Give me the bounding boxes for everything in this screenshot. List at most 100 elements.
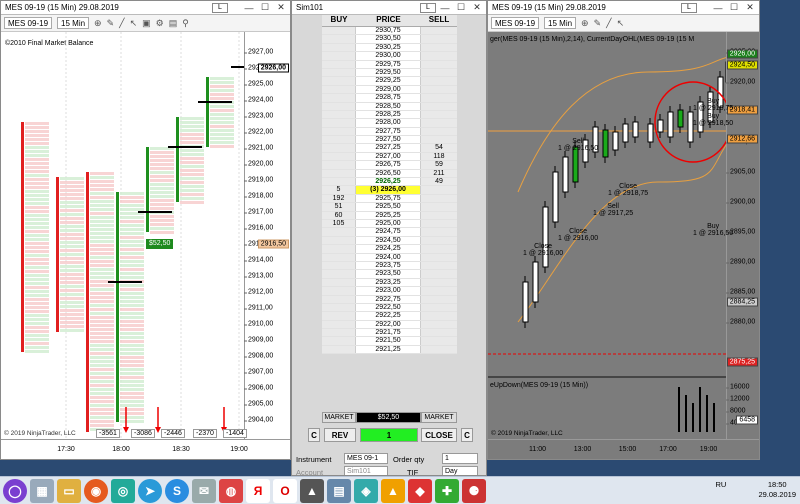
buy-cell[interactable] bbox=[322, 153, 356, 160]
skype-icon[interactable]: S bbox=[165, 479, 189, 503]
ladder-row[interactable]: 2927,50 bbox=[322, 136, 457, 144]
ladder-row[interactable]: 51 2925,50 bbox=[322, 203, 457, 211]
search-icon[interactable]: ◯ bbox=[3, 479, 27, 503]
maximize-icon[interactable]: ☐ bbox=[454, 2, 468, 13]
ladder-row[interactable]: 2929,25 bbox=[322, 77, 457, 85]
sell-cell[interactable] bbox=[421, 69, 457, 76]
ladder-row[interactable]: 2922,00 bbox=[322, 321, 457, 329]
sell-cell[interactable] bbox=[421, 287, 457, 294]
ladder-row[interactable]: 2921,50 bbox=[322, 337, 457, 345]
ladder-row[interactable]: 2923,75 bbox=[322, 262, 457, 270]
sell-cell[interactable]: 54 bbox=[421, 144, 457, 151]
buy-cell[interactable]: 5 bbox=[322, 186, 356, 193]
ladder-row[interactable]: 2922,25 bbox=[322, 312, 457, 320]
sell-cell[interactable] bbox=[421, 312, 457, 319]
sell-cell[interactable] bbox=[421, 296, 457, 303]
trade-marker[interactable]: Buy 1 @ 2918,50 bbox=[693, 113, 733, 127]
ladder-row[interactable]: 2930,25 bbox=[322, 44, 457, 52]
buy-cell[interactable]: 192 bbox=[322, 195, 356, 202]
link-button[interactable]: L bbox=[212, 3, 228, 13]
reverse-button[interactable]: REV bbox=[324, 428, 356, 442]
account-select[interactable]: Sim101 bbox=[344, 466, 388, 476]
sell-cell[interactable] bbox=[421, 94, 457, 101]
interval-select[interactable]: 15 Min bbox=[57, 17, 89, 29]
sell-cell[interactable] bbox=[421, 220, 457, 227]
buy-cell[interactable] bbox=[322, 69, 356, 76]
buy-cell[interactable] bbox=[322, 321, 356, 328]
sell-cell[interactable]: 118 bbox=[421, 153, 457, 160]
clear-left-button[interactable]: C bbox=[308, 428, 320, 442]
chrome-icon[interactable]: ◎ bbox=[111, 479, 135, 503]
maximize-icon[interactable]: ☐ bbox=[258, 2, 272, 13]
indicator-icon[interactable]: ⚲ bbox=[182, 18, 189, 29]
sell-cell[interactable] bbox=[421, 44, 457, 51]
sell-cell[interactable] bbox=[421, 254, 457, 261]
sell-cell[interactable] bbox=[421, 186, 457, 193]
buy-cell[interactable] bbox=[322, 262, 356, 269]
sell-cell[interactable] bbox=[421, 337, 457, 344]
ninjatrader-icon[interactable]: ▲ bbox=[300, 479, 324, 503]
market-sell-button[interactable]: MARKET bbox=[421, 412, 457, 423]
ladder-row[interactable]: 2929,00 bbox=[322, 86, 457, 94]
price-ladder[interactable]: 2930,75 2930,50 2930,25 2930,00 2929,75 2929,… bbox=[322, 27, 457, 354]
buy-cell[interactable] bbox=[322, 136, 356, 143]
close-icon[interactable]: ✕ bbox=[274, 2, 288, 13]
quantity-display[interactable]: 1 bbox=[360, 428, 418, 442]
buy-cell[interactable] bbox=[322, 296, 356, 303]
price-axis[interactable]: 2927,002926,002925,002924,002923,002922,… bbox=[244, 32, 290, 439]
trade-marker[interactable]: Close 1 @ 2916,00 bbox=[558, 228, 598, 242]
mail-icon[interactable]: ✉ bbox=[192, 479, 216, 503]
sell-cell[interactable] bbox=[421, 119, 457, 126]
ladder-row[interactable]: 2928,75 bbox=[322, 94, 457, 102]
ladder-row[interactable]: 2928,00 bbox=[322, 119, 457, 127]
sell-cell[interactable] bbox=[421, 237, 457, 244]
maximize-icon[interactable]: ☐ bbox=[727, 2, 741, 13]
sell-cell[interactable] bbox=[421, 245, 457, 252]
link-button[interactable]: L bbox=[681, 3, 697, 13]
ladder-row[interactable]: 2929,50 bbox=[322, 69, 457, 77]
sell-cell[interactable] bbox=[421, 27, 457, 34]
ladder-row[interactable]: 2929,75 bbox=[322, 61, 457, 69]
ladder-row[interactable]: 2926,25 49 bbox=[322, 178, 457, 186]
sell-cell[interactable] bbox=[421, 86, 457, 93]
ladder-row[interactable]: 2922,75 bbox=[322, 296, 457, 304]
buy-cell[interactable]: 60 bbox=[322, 212, 356, 219]
link-button[interactable]: L bbox=[420, 3, 436, 13]
left-chart-area[interactable]: ©2010 Final Market Balance 2927,002926,0… bbox=[1, 32, 290, 459]
sell-cell[interactable] bbox=[421, 35, 457, 42]
right-chart-area[interactable]: ger(MES 09-19 (15 Min),2,14), CurrentDay… bbox=[488, 32, 759, 459]
buy-cell[interactable] bbox=[322, 144, 356, 151]
order-qty-input[interactable]: 1 bbox=[442, 453, 478, 464]
right-chart-titlebar[interactable]: MES 09-19 (15 Min) 29.08.2019 L — ☐ ✕ bbox=[488, 1, 759, 15]
language-indicator[interactable]: RU bbox=[716, 480, 727, 489]
buy-cell[interactable] bbox=[322, 279, 356, 286]
buy-cell[interactable] bbox=[322, 329, 356, 336]
sell-cell[interactable] bbox=[421, 128, 457, 135]
ladder-row[interactable]: 2921,25 bbox=[322, 346, 457, 354]
lock-icon[interactable]: ▣ bbox=[142, 18, 151, 29]
buy-cell[interactable] bbox=[322, 337, 356, 344]
ladder-row[interactable]: 2928,25 bbox=[322, 111, 457, 119]
buy-cell[interactable] bbox=[322, 35, 356, 42]
close-icon[interactable]: ✕ bbox=[743, 2, 757, 13]
opera-icon[interactable]: O bbox=[273, 479, 297, 503]
ladder-row[interactable]: 2924,75 bbox=[322, 228, 457, 236]
trade-marker[interactable]: Buy 1 @ 2918,75 bbox=[693, 98, 733, 112]
sell-cell[interactable] bbox=[421, 212, 457, 219]
ladder-row[interactable]: 2924,00 bbox=[322, 254, 457, 262]
buy-cell[interactable] bbox=[322, 111, 356, 118]
close-icon[interactable]: ✕ bbox=[470, 2, 484, 13]
sell-cell[interactable]: 211 bbox=[421, 170, 457, 177]
buy-cell[interactable] bbox=[322, 237, 356, 244]
sell-cell[interactable] bbox=[421, 279, 457, 286]
sell-cell[interactable] bbox=[421, 111, 457, 118]
minimize-icon[interactable]: — bbox=[438, 2, 452, 13]
buy-cell[interactable] bbox=[322, 312, 356, 319]
draw-icon[interactable]: ✎ bbox=[594, 18, 602, 29]
ladder-row[interactable]: 2922,50 bbox=[322, 304, 457, 312]
dom-titlebar[interactable]: Sim101 L — ☐ ✕ bbox=[292, 1, 486, 15]
left-chart-titlebar[interactable]: MES 09-19 (15 Min) 29.08.2019 L — ☐ ✕ bbox=[1, 1, 290, 15]
sell-cell[interactable] bbox=[421, 77, 457, 84]
ladder-row[interactable]: 2926,75 59 bbox=[322, 161, 457, 169]
ladder-row[interactable]: 2924,25 bbox=[322, 245, 457, 253]
